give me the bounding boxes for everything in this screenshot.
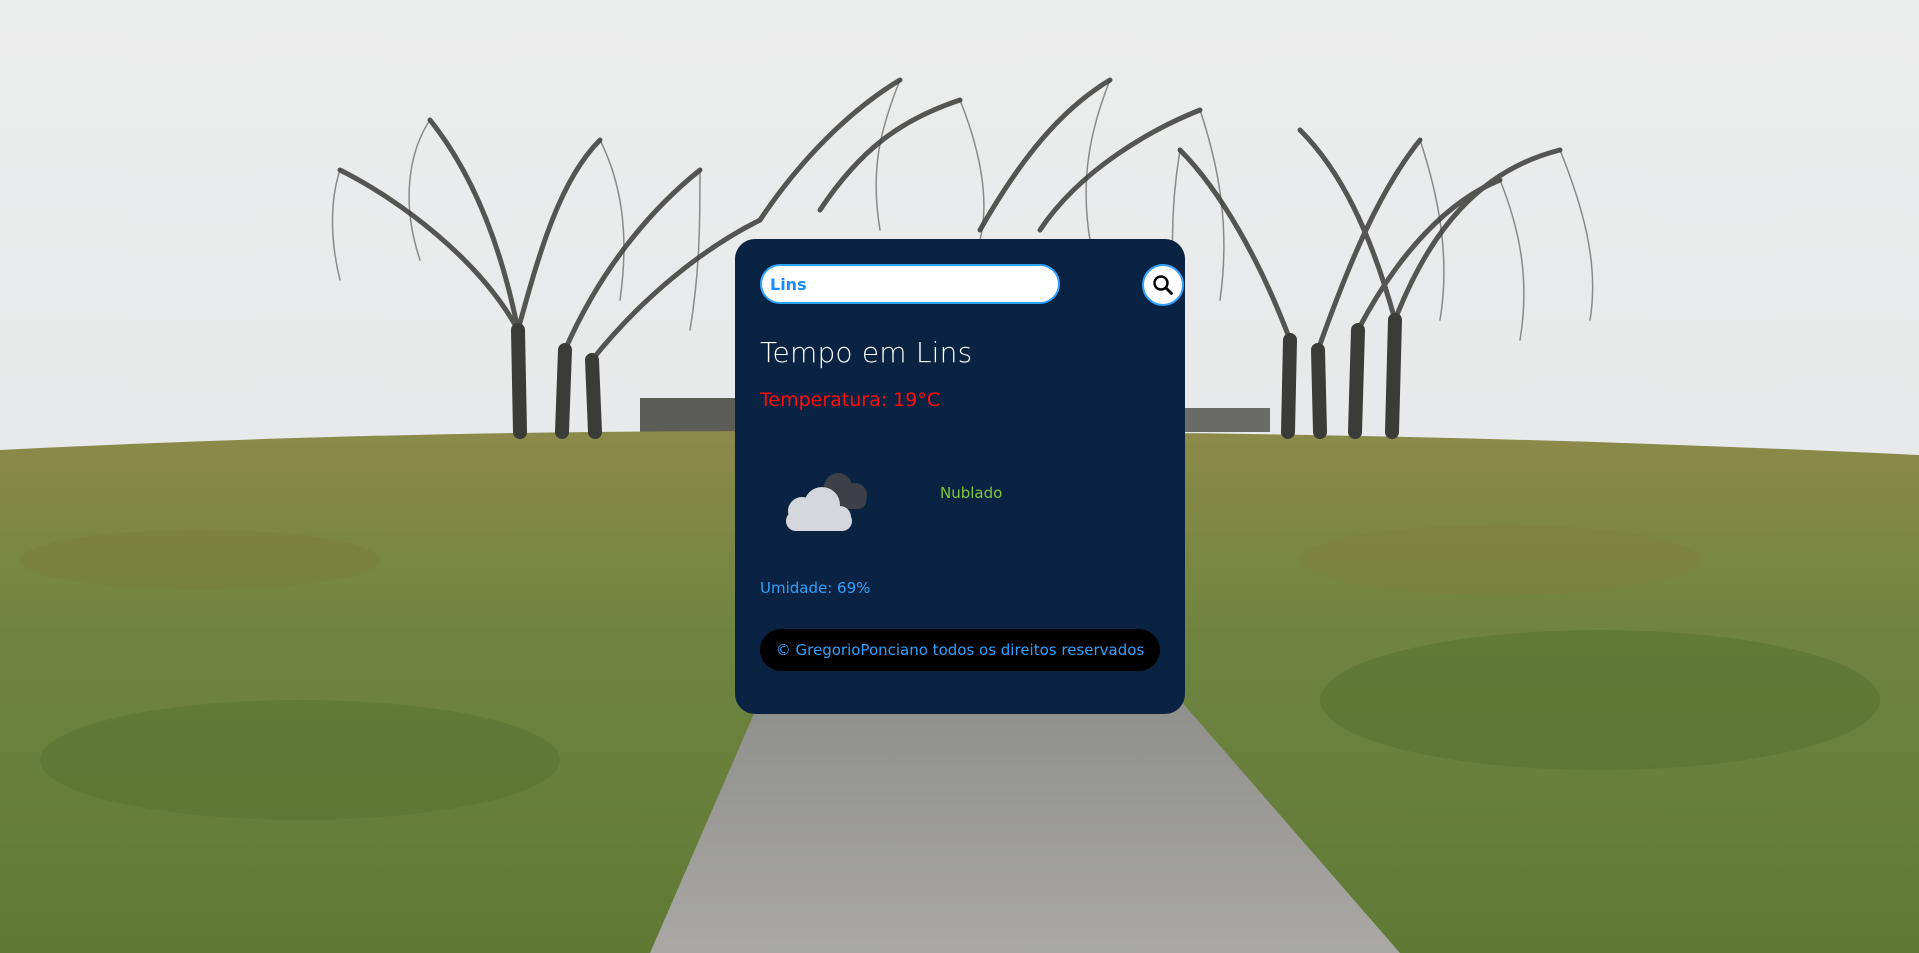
weather-title: Tempo em Lins: [760, 336, 973, 369]
page: Tempo em Lins Temperatura: 19°C: [0, 0, 1919, 953]
cloudy-icon: [786, 473, 867, 531]
condition-row: Nublado: [760, 439, 1160, 559]
humidity-text: Umidade: 69%: [760, 579, 871, 597]
footer-text: © GregorioPonciano todos os direitos res…: [775, 641, 1145, 659]
search-row: [760, 264, 1184, 306]
weather-description: Nublado: [940, 484, 1003, 502]
footer-credit: © GregorioPonciano todos os direitos res…: [760, 629, 1160, 671]
temperature-text: Temperatura: 19°C: [760, 389, 941, 411]
weather-card: Tempo em Lins Temperatura: 19°C: [735, 239, 1185, 714]
search-icon: [1153, 275, 1173, 295]
city-search-input[interactable]: [760, 264, 1060, 304]
search-button[interactable]: [1142, 264, 1184, 306]
